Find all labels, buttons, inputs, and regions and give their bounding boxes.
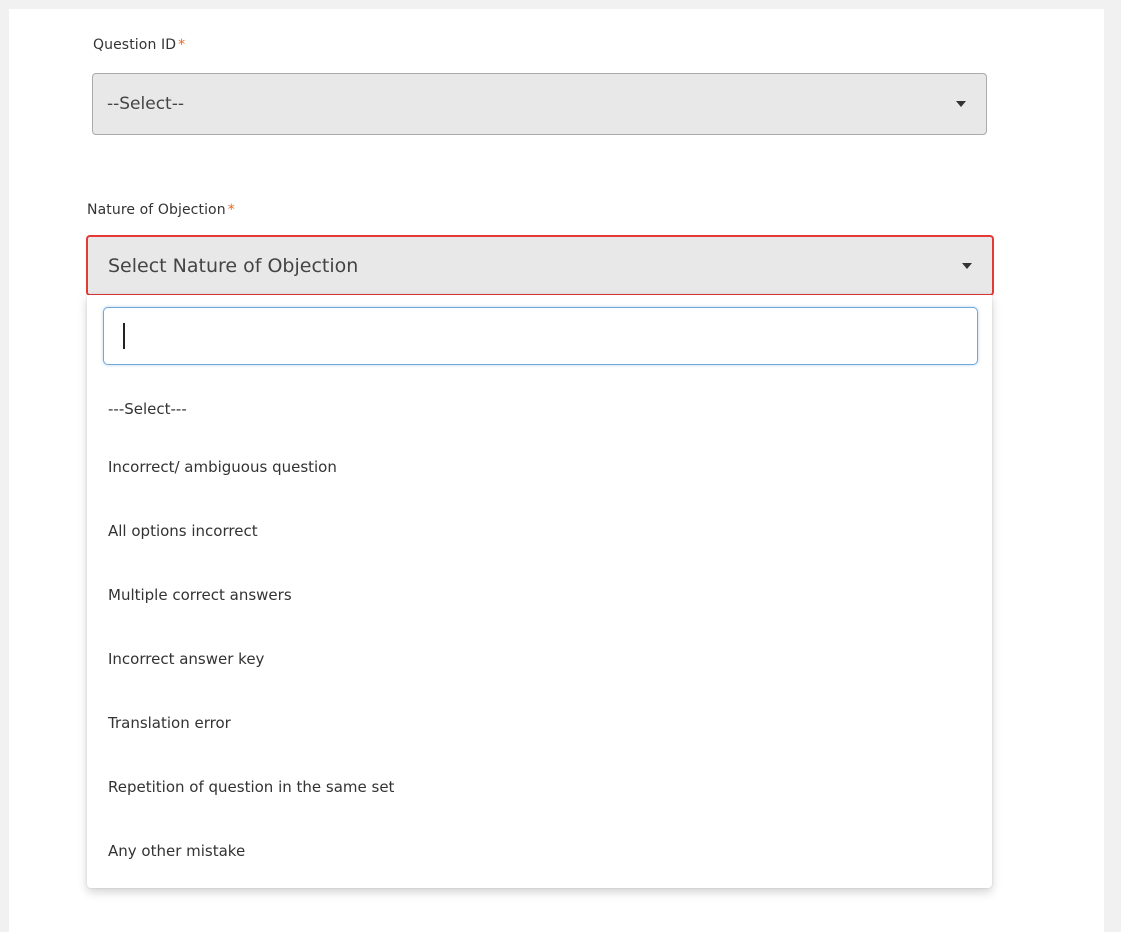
- dropdown-option-repetition-of-question[interactable]: Repetition of question in the same set: [87, 755, 992, 819]
- question-id-label-text: Question ID: [93, 37, 177, 53]
- dropdown-options-list: ---Select--- Incorrect/ ambiguous questi…: [87, 383, 992, 883]
- dropdown-option-all-options-incorrect[interactable]: All options incorrect: [87, 499, 992, 563]
- nature-of-objection-label-text: Nature of Objection: [87, 202, 226, 218]
- question-id-selected-value: --Select--: [107, 94, 184, 114]
- dropdown-option-incorrect-answer-key[interactable]: Incorrect answer key: [87, 627, 992, 691]
- dropdown-search-input[interactable]: [103, 307, 978, 365]
- nature-of-objection-label: Nature of Objection *: [87, 202, 235, 218]
- form-page: Question ID * --Select-- Nature of Object…: [9, 9, 1104, 932]
- required-asterisk: *: [178, 37, 186, 53]
- caret-down-icon: [962, 262, 972, 269]
- question-id-select[interactable]: --Select--: [92, 73, 987, 135]
- dropdown-option-incorrect-ambiguous-question[interactable]: Incorrect/ ambiguous question: [87, 435, 992, 499]
- question-id-label: Question ID *: [93, 37, 185, 53]
- caret-down-icon: [956, 101, 966, 107]
- nature-of-objection-select[interactable]: Select Nature of Objection: [86, 235, 994, 296]
- required-asterisk: *: [227, 202, 235, 218]
- text-cursor: [123, 323, 125, 349]
- nature-of-objection-dropdown: ---Select--- Incorrect/ ambiguous questi…: [87, 295, 992, 888]
- dropdown-option-select[interactable]: ---Select---: [87, 383, 992, 435]
- dropdown-option-translation-error[interactable]: Translation error: [87, 691, 992, 755]
- dropdown-option-any-other-mistake[interactable]: Any other mistake: [87, 819, 992, 883]
- nature-of-objection-selected-value: Select Nature of Objection: [108, 254, 359, 277]
- dropdown-option-multiple-correct-answers[interactable]: Multiple correct answers: [87, 563, 992, 627]
